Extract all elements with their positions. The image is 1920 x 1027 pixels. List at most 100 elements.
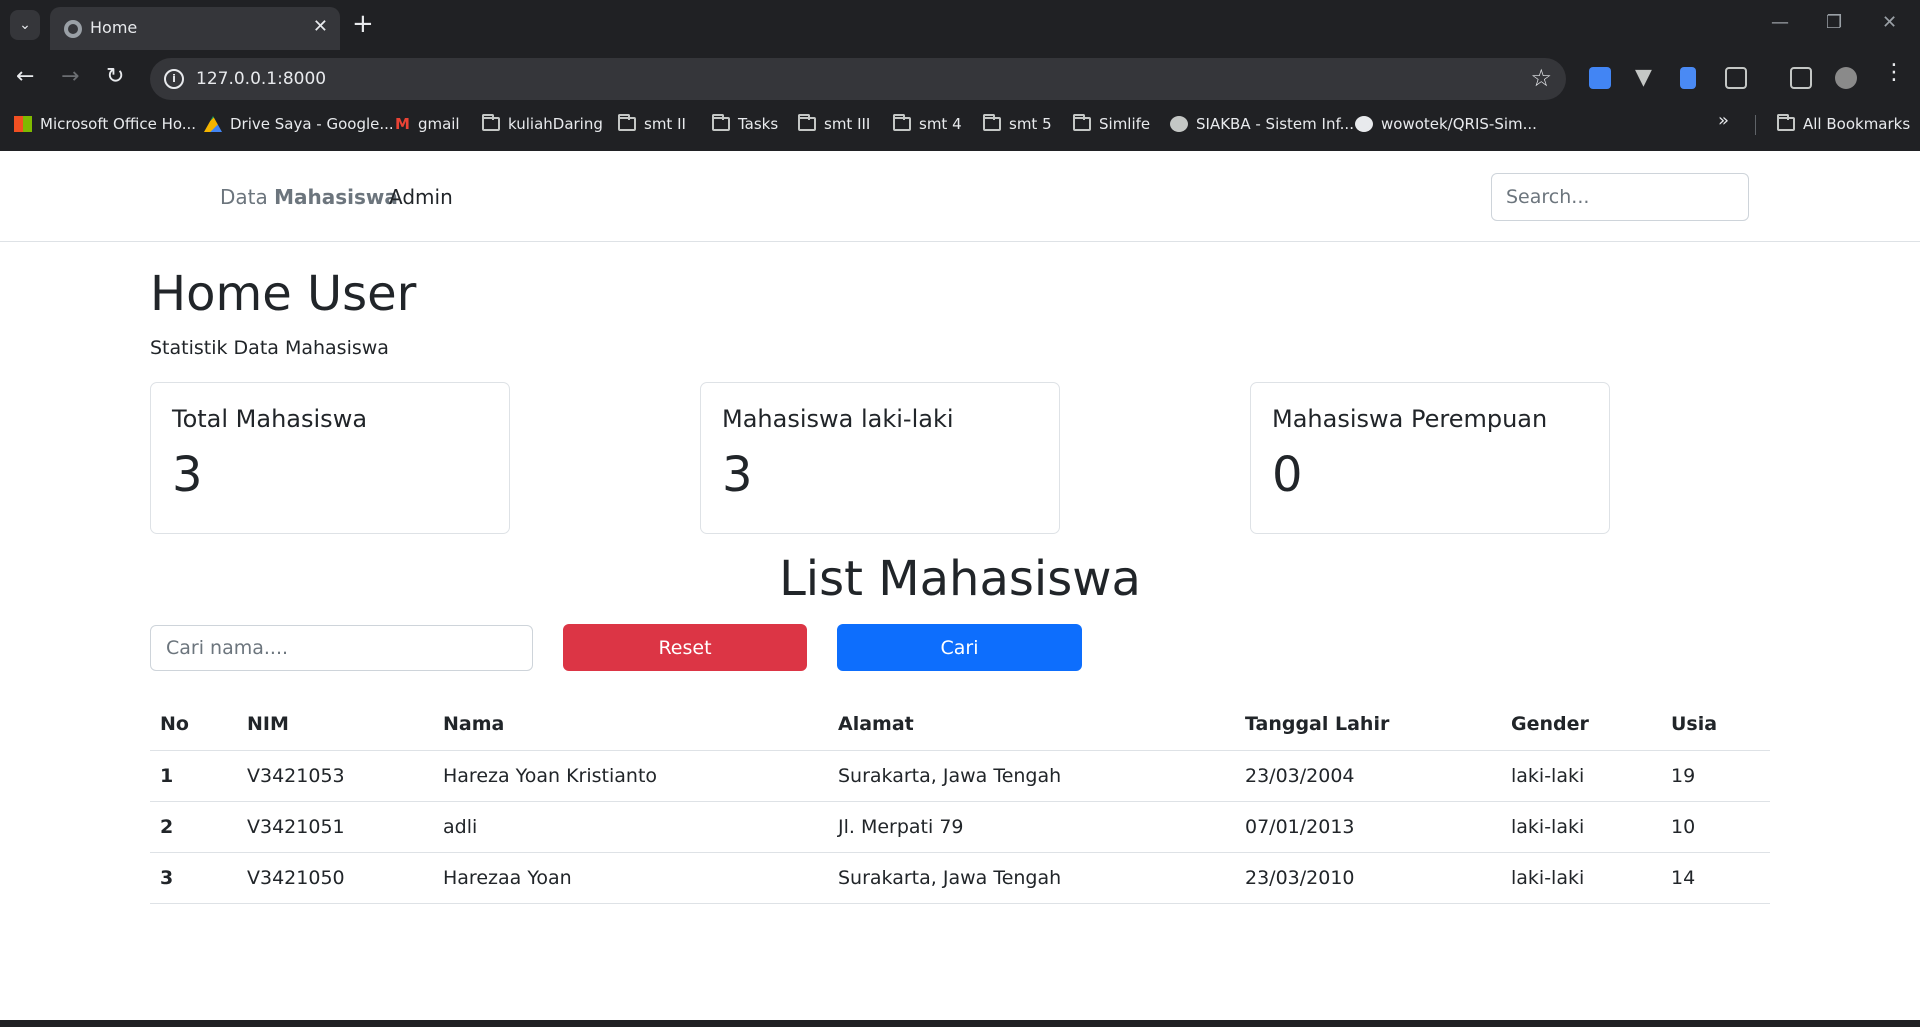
minimize-icon[interactable]: — — [1771, 12, 1789, 33]
cell-gender: laki-laki — [1501, 852, 1661, 904]
bookmark-item[interactable]: Tasks — [712, 114, 778, 133]
folder-icon — [798, 114, 816, 131]
column-header: Gender — [1501, 699, 1661, 751]
bookmark-item[interactable]: smt 5 — [983, 114, 1052, 133]
bookmark-item[interactable]: SIAKBA - Sistem Inf... — [1170, 115, 1354, 133]
vuejs-extension-icon[interactable]: ▼ — [1635, 67, 1657, 89]
page-title: Home User — [150, 266, 417, 322]
folder-icon — [983, 114, 1001, 131]
navbar-brand[interactable]: Data Mahasiswa — [220, 185, 398, 209]
docs-extension-icon[interactable] — [1680, 67, 1696, 89]
cell-nim: V3421051 — [237, 801, 433, 853]
taskbar-edge — [0, 1020, 1920, 1027]
cell-no: 2 — [150, 801, 237, 853]
stat-label: Total Mahasiswa — [172, 405, 368, 433]
browser-chrome: ⌄ Home ✕ + — ❐ ✕ ← → ↻ i 127.0.0.1:8000 … — [0, 0, 1920, 151]
back-arrow-icon[interactable]: ← — [16, 64, 34, 89]
column-header: No — [150, 699, 237, 751]
forward-arrow-icon[interactable]: → — [61, 64, 79, 89]
column-header: Tanggal Lahir — [1235, 699, 1501, 751]
search-name-input[interactable] — [150, 625, 533, 671]
site-info-icon[interactable]: i — [164, 69, 184, 89]
mahasiswa-table: No NIM Nama Alamat Tanggal Lahir Gender … — [150, 699, 1770, 904]
column-header: Nama — [433, 699, 828, 751]
cell-usia: 10 — [1661, 801, 1770, 853]
cell-nim: V3421050 — [237, 852, 433, 904]
folder-icon — [482, 114, 500, 131]
tab-close-icon[interactable]: ✕ — [313, 16, 328, 37]
stat-label: Mahasiswa laki-laki — [722, 405, 954, 433]
cell-usia: 14 — [1661, 852, 1770, 904]
cell-nama: adli — [433, 801, 828, 853]
url-text: 127.0.0.1:8000 — [196, 69, 327, 89]
stat-label: Mahasiswa Perempuan — [1272, 405, 1548, 433]
column-header: Usia — [1661, 699, 1770, 751]
extensions-puzzle-icon[interactable] — [1725, 67, 1747, 89]
navbar: Data Mahasiswa Admin — [0, 151, 1920, 242]
bookmark-item[interactable]: Drive Saya - Google... — [204, 115, 394, 133]
bookmark-item[interactable]: Simlife — [1073, 114, 1150, 133]
bookmark-star-icon[interactable]: ☆ — [1530, 64, 1552, 92]
navbar-search-input[interactable] — [1491, 173, 1749, 221]
stat-card-male: Mahasiswa laki-laki 3 — [700, 382, 1060, 534]
globe-icon — [1170, 116, 1188, 132]
tab-title: Home — [90, 18, 138, 37]
menu-kebab-icon[interactable]: ⋮ — [1883, 60, 1905, 85]
stat-card-total: Total Mahasiswa 3 — [150, 382, 510, 534]
cell-nim: V3421053 — [237, 750, 433, 802]
gmail-icon: M — [395, 115, 410, 133]
cell-no: 1 — [150, 750, 237, 802]
bookmark-item[interactable]: smt II — [618, 114, 686, 133]
folder-icon — [1777, 114, 1795, 131]
google-drive-icon — [204, 116, 222, 132]
folder-icon — [712, 114, 730, 131]
cell-alamat: Jl. Merpati 79 — [828, 801, 1235, 853]
bookmark-item[interactable]: smt 4 — [893, 114, 962, 133]
bookmark-item[interactable]: Microsoft Office Ho... — [14, 115, 196, 133]
cell-gender: laki-laki — [1501, 750, 1661, 802]
bookmarks-overflow-chevron-icon[interactable]: » — [1718, 110, 1729, 131]
ms-office-icon — [14, 116, 32, 132]
reset-button[interactable]: Reset — [563, 624, 807, 671]
table-row: 1 V3421053 Hareza Yoan Kristianto Suraka… — [150, 750, 1770, 802]
close-window-icon[interactable]: ✕ — [1882, 12, 1897, 33]
side-panel-icon[interactable] — [1790, 67, 1812, 89]
bookmark-item[interactable]: kuliahDaring — [482, 114, 603, 133]
bookmark-item[interactable]: M gmail — [395, 115, 460, 133]
stat-card-female: Mahasiswa Perempuan 0 — [1250, 382, 1610, 534]
globe-icon — [64, 20, 82, 38]
cell-tanggal-lahir: 23/03/2004 — [1235, 750, 1501, 802]
table-row: 3 V3421050 Harezaa Yoan Surakarta, Jawa … — [150, 852, 1770, 904]
new-tab-plus-icon[interactable]: + — [352, 9, 374, 39]
stat-value: 0 — [1272, 447, 1303, 503]
bookmarks-divider — [1755, 115, 1756, 135]
reload-icon[interactable]: ↻ — [106, 64, 124, 89]
address-bar[interactable]: i 127.0.0.1:8000 ☆ — [150, 58, 1566, 100]
table-row: 2 V3421051 adli Jl. Merpati 79 07/01/201… — [150, 801, 1770, 853]
nav-link-admin[interactable]: Admin — [389, 185, 453, 209]
cell-alamat: Surakarta, Jawa Tengah — [828, 852, 1235, 904]
restore-icon[interactable]: ❐ — [1826, 12, 1842, 33]
list-title: List Mahasiswa — [779, 551, 1141, 607]
bookmarks-bar: Microsoft Office Ho... Drive Saya - Goog… — [0, 108, 1920, 142]
column-header: NIM — [237, 699, 433, 751]
folder-icon — [1073, 114, 1091, 131]
bookmark-item[interactable]: smt III — [798, 114, 870, 133]
cell-tanggal-lahir: 23/03/2010 — [1235, 852, 1501, 904]
folder-icon — [618, 114, 636, 131]
profile-avatar-icon[interactable] — [1835, 67, 1857, 89]
table-header-row: No NIM Nama Alamat Tanggal Lahir Gender … — [150, 699, 1770, 751]
cell-alamat: Surakarta, Jawa Tengah — [828, 750, 1235, 802]
cari-button[interactable]: Cari — [837, 624, 1082, 671]
cell-tanggal-lahir: 07/01/2013 — [1235, 801, 1501, 853]
github-icon — [1355, 116, 1373, 132]
column-header: Alamat — [828, 699, 1235, 751]
translate-extension-icon[interactable] — [1589, 67, 1611, 89]
stat-value: 3 — [172, 447, 203, 503]
active-tab[interactable]: Home ✕ — [50, 7, 340, 50]
cell-nama: Harezaa Yoan — [433, 852, 828, 904]
all-bookmarks[interactable]: All Bookmarks — [1777, 114, 1910, 133]
bookmark-item[interactable]: wowotek/QRIS-Sim... — [1355, 115, 1537, 133]
tab-search-chevron-icon[interactable]: ⌄ — [10, 10, 40, 40]
cell-nama: Hareza Yoan Kristianto — [433, 750, 828, 802]
